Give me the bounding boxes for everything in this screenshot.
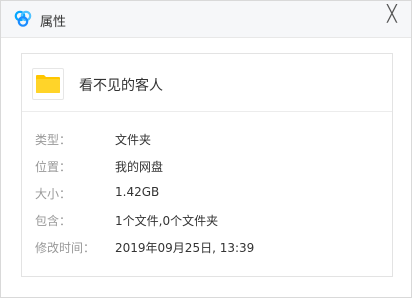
property-row-location: 位置： 我的网盘: [22, 156, 392, 176]
file-thumbnail: [32, 68, 64, 100]
file-header: 看不见的客人: [22, 54, 392, 112]
property-row-contains: 包含： 1个文件,0个文件夹: [22, 210, 392, 230]
property-row-modified: 修改时间： 2019年09月25日, 13:39: [22, 237, 392, 257]
property-label: 大小：: [35, 187, 72, 201]
property-label: 位置：: [35, 160, 72, 174]
property-label: 类型：: [35, 133, 72, 147]
properties-dialog: 属性 ╳ 看不见的客人 类型： 文件夹 位置： 我的网盘 大小： 1.42GB …: [0, 0, 412, 298]
property-label: 修改时间：: [35, 241, 96, 255]
property-value: 文件夹: [115, 133, 152, 147]
property-value: 1.42GB: [115, 185, 160, 199]
window-title: 属性: [40, 15, 67, 30]
title-bar: 属性 ╳: [1, 1, 411, 38]
baidu-netdisk-icon: [13, 9, 33, 29]
property-row-size: 大小： 1.42GB: [22, 183, 392, 203]
property-value: 2019年09月25日, 13:39: [115, 241, 255, 255]
property-value: 1个文件,0个文件夹: [115, 214, 219, 228]
property-value: 我的网盘: [115, 160, 164, 174]
folder-icon: [36, 75, 60, 93]
close-icon[interactable]: ╳: [383, 5, 401, 23]
properties-panel: 看不见的客人 类型： 文件夹 位置： 我的网盘 大小： 1.42GB 包含： 1…: [21, 53, 393, 277]
property-label: 包含：: [35, 214, 72, 228]
file-name: 看不见的客人: [79, 78, 163, 94]
property-row-type: 类型： 文件夹: [22, 129, 392, 149]
